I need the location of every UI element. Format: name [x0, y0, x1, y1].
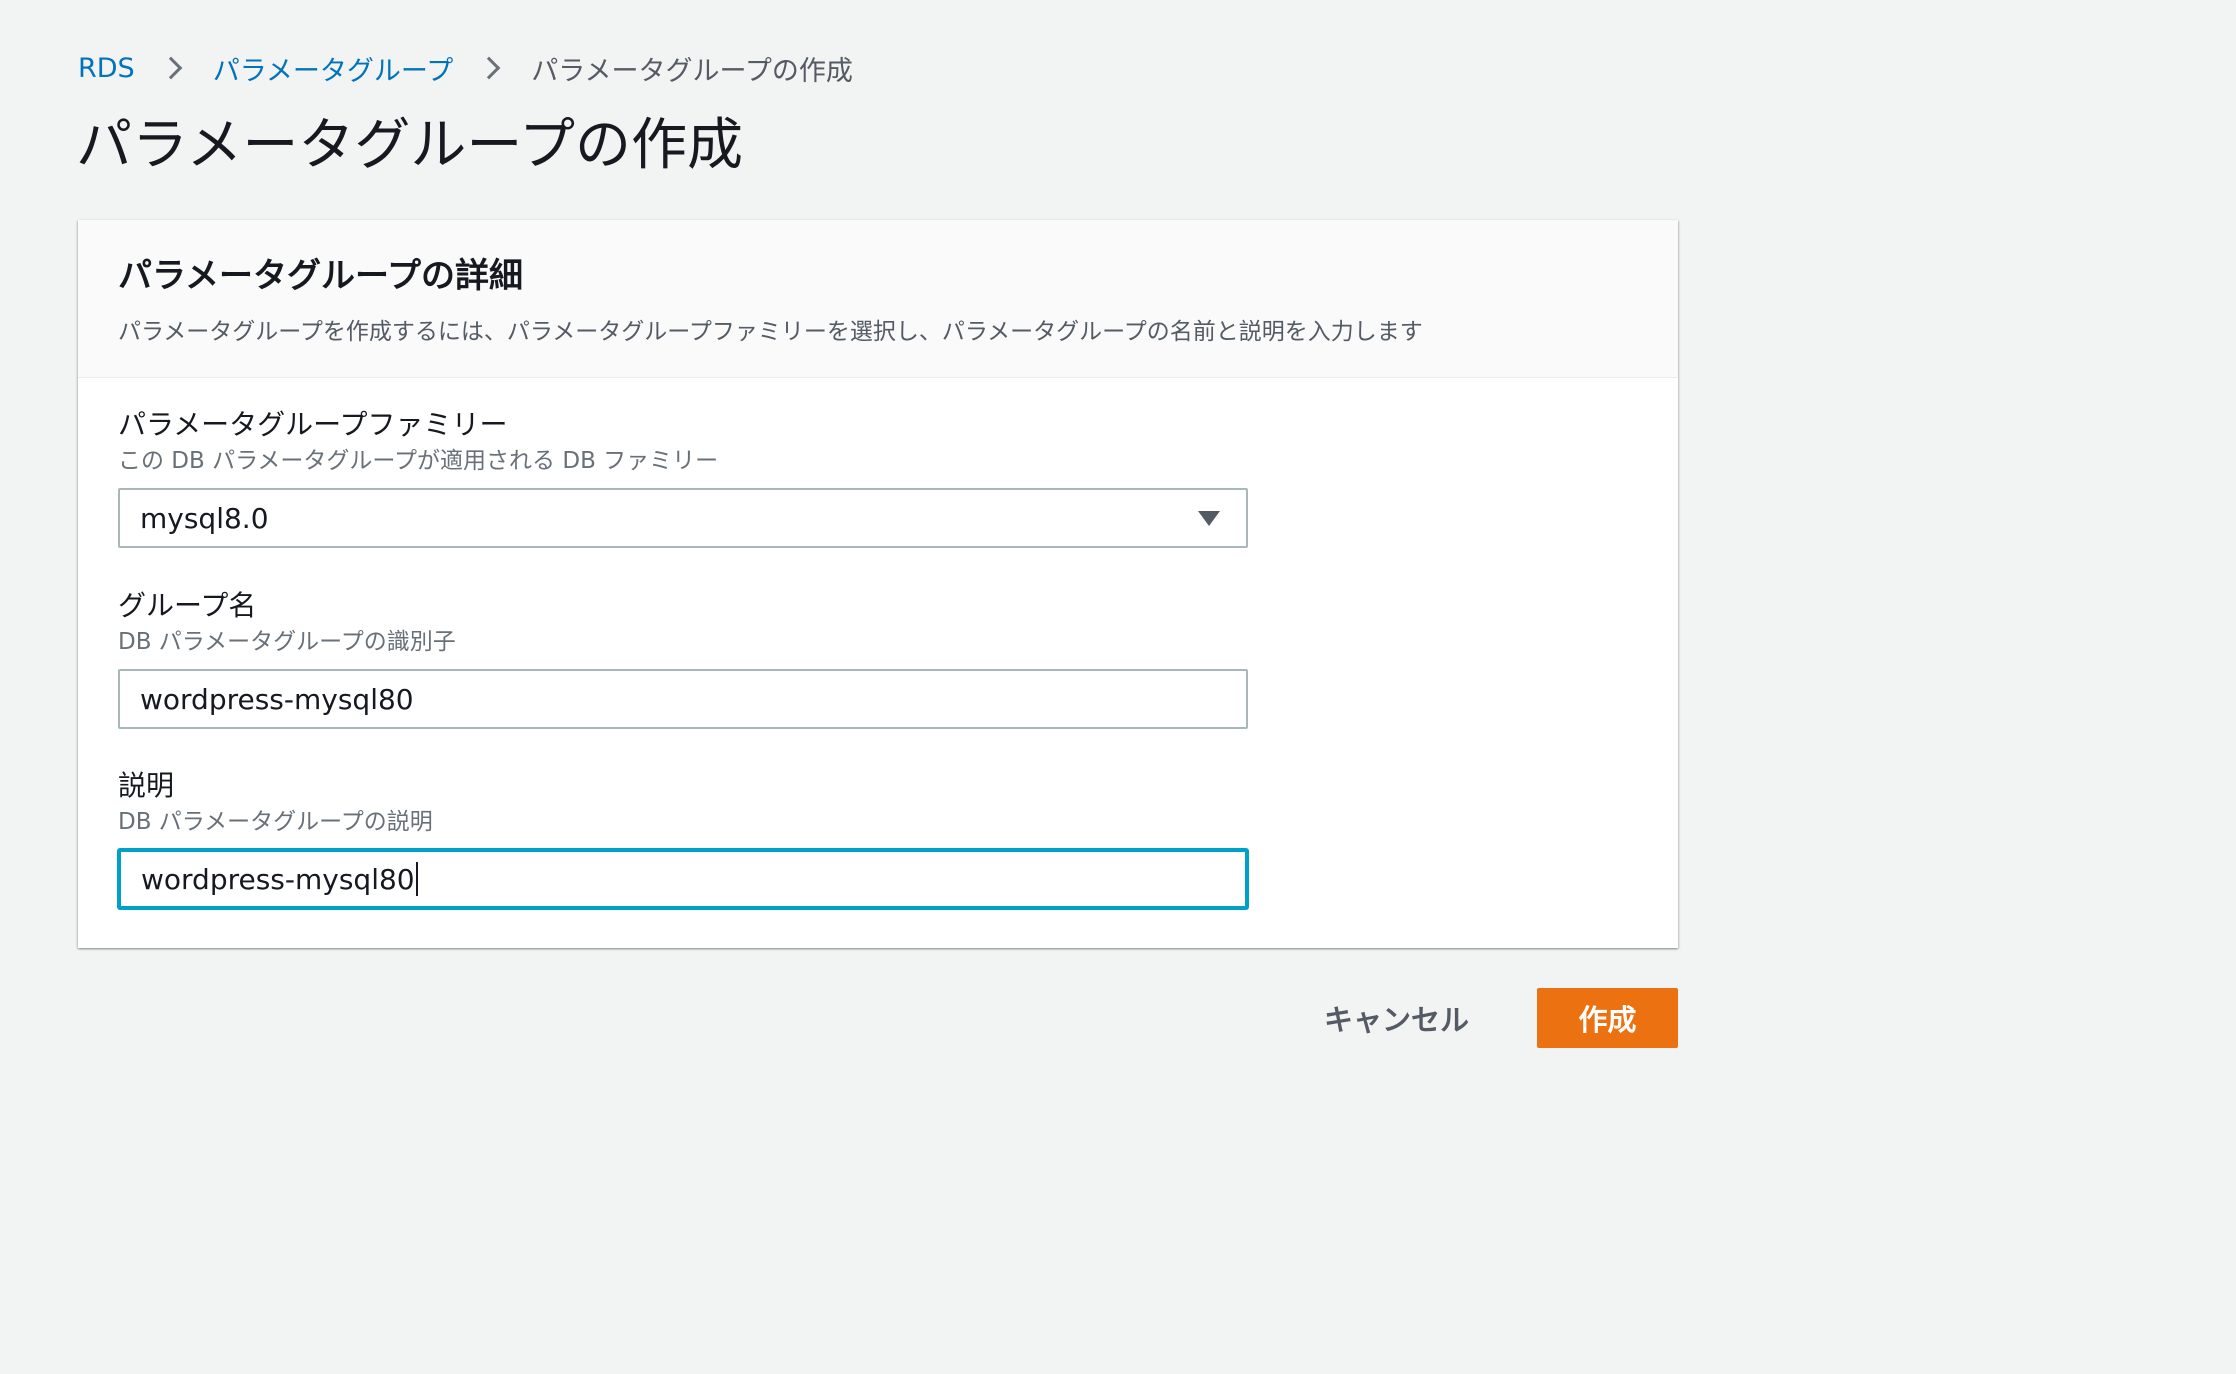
create-button[interactable]: 作成 [1537, 988, 1678, 1048]
group-name-input-value: wordpress-mysql80 [140, 682, 414, 716]
group-name-field: グループ名 DB パラメータグループの識別子 wordpress-mysql80 [118, 587, 1248, 729]
description-hint: DB パラメータグループの説明 [118, 809, 433, 835]
parameter-group-details-panel: パラメータグループの詳細 パラメータグループを作成するには、パラメータグループフ… [78, 220, 1678, 948]
panel-description: パラメータグループを作成するには、パラメータグループファミリーを選択し、パラメー… [118, 319, 1423, 345]
breadcrumb-item-parameter-groups[interactable]: パラメータグループ [213, 49, 454, 88]
family-select[interactable]: mysql8.0 [118, 488, 1248, 548]
chevron-right-icon [477, 56, 501, 80]
page-title: パラメータグループの作成 [76, 113, 743, 178]
text-cursor [415, 862, 418, 896]
group-name-hint: DB パラメータグループの識別子 [118, 629, 456, 655]
panel-title: パラメータグループの詳細 [118, 256, 523, 296]
family-field: パラメータグループファミリー この DB パラメータグループが適用される DB … [118, 406, 1248, 548]
group-name-label: グループ名 [118, 589, 257, 622]
description-input[interactable]: wordpress-mysql80 [118, 849, 1248, 909]
chevron-right-icon [159, 56, 183, 80]
family-hint: この DB パラメータグループが適用される DB ファミリー [118, 448, 719, 474]
family-label: パラメータグループファミリー [118, 408, 508, 441]
breadcrumb-item-current: パラメータグループの作成 [531, 55, 853, 87]
caret-down-icon [1198, 511, 1220, 526]
breadcrumb: RDS パラメータグループ パラメータグループの作成 [78, 48, 853, 88]
description-input-value: wordpress-mysql80 [141, 862, 415, 896]
description-field: 説明 DB パラメータグループの説明 wordpress-mysql80 [118, 767, 1248, 909]
group-name-input[interactable]: wordpress-mysql80 [118, 669, 1248, 729]
panel-header: パラメータグループの詳細 パラメータグループを作成するには、パラメータグループフ… [78, 220, 1678, 378]
description-label: 説明 [118, 769, 175, 802]
family-select-value: mysql8.0 [140, 501, 269, 535]
cancel-button[interactable]: キャンセル [1310, 988, 1483, 1048]
breadcrumb-item-rds[interactable]: RDS [78, 53, 135, 84]
